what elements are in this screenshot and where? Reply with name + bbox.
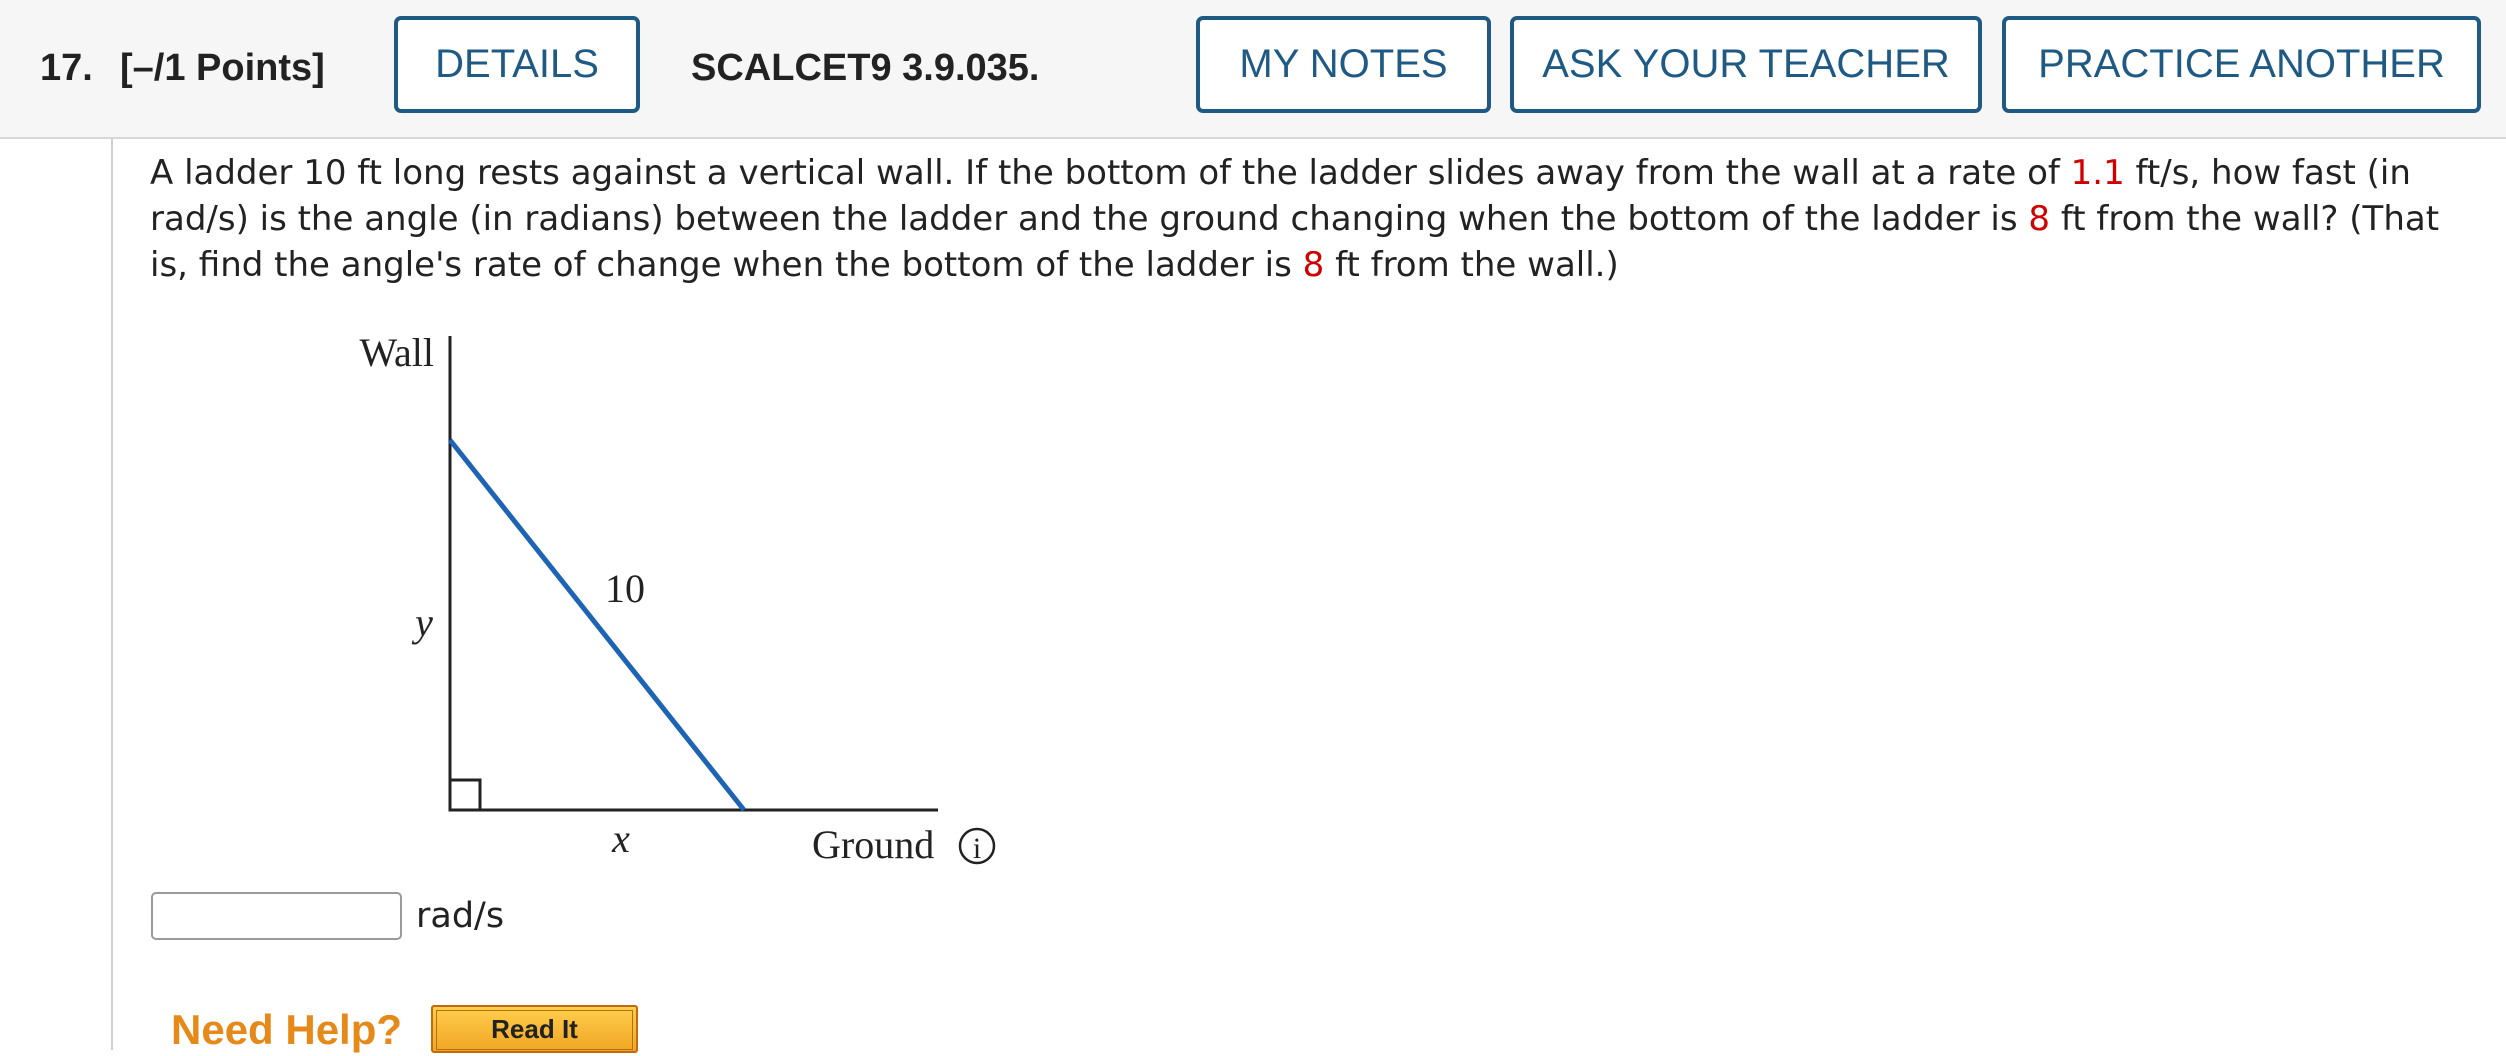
ladder-line [448, 438, 746, 812]
details-button[interactable]: DETAILS [394, 16, 640, 113]
my-notes-button[interactable]: MY NOTES [1196, 16, 1491, 113]
question-header: 17. [–/1 Points] DETAILS SCALCET9 3.9.03… [0, 0, 2506, 139]
rate-value: 1.1 [2070, 153, 2125, 193]
question-text: A ladder 10 ft long rests against a vert… [150, 150, 2440, 288]
read-it-button[interactable]: Read It [431, 1005, 638, 1053]
practice-another-button[interactable]: PRACTICE ANOTHER [2002, 16, 2481, 113]
distance-value-repeat: 8 [1302, 245, 1325, 285]
problem-id: SCALCET9 3.9.035. [691, 47, 1040, 89]
question-text-part1: A ladder 10 ft long rests against a vert… [150, 153, 2071, 193]
ask-your-teacher-button[interactable]: ASK YOUR TEACHER [1510, 16, 1982, 113]
ground-label: Ground [812, 822, 934, 867]
question-text-part4: ft from the wall.) [1324, 245, 1619, 285]
ladder-length-label: 10 [605, 566, 645, 611]
answer-input[interactable] [151, 892, 402, 940]
right-angle-marker [448, 778, 482, 812]
answer-unit-label: rad/s [416, 896, 505, 936]
wall-label: Wall [359, 330, 434, 375]
read-it-label: Read It [436, 1010, 633, 1050]
distance-value: 8 [2028, 199, 2051, 239]
need-help-label: Need Help? [171, 1006, 403, 1053]
points-label: [–/1 Points] [120, 47, 325, 89]
height-label: y [411, 600, 433, 645]
ladder-diagram: Wall 10 y x Ground i [359, 330, 996, 867]
info-icon-glyph: i [973, 832, 981, 865]
info-icon[interactable]: i [958, 827, 996, 865]
base-label: x [611, 816, 630, 861]
question-number: 17. [40, 47, 93, 89]
